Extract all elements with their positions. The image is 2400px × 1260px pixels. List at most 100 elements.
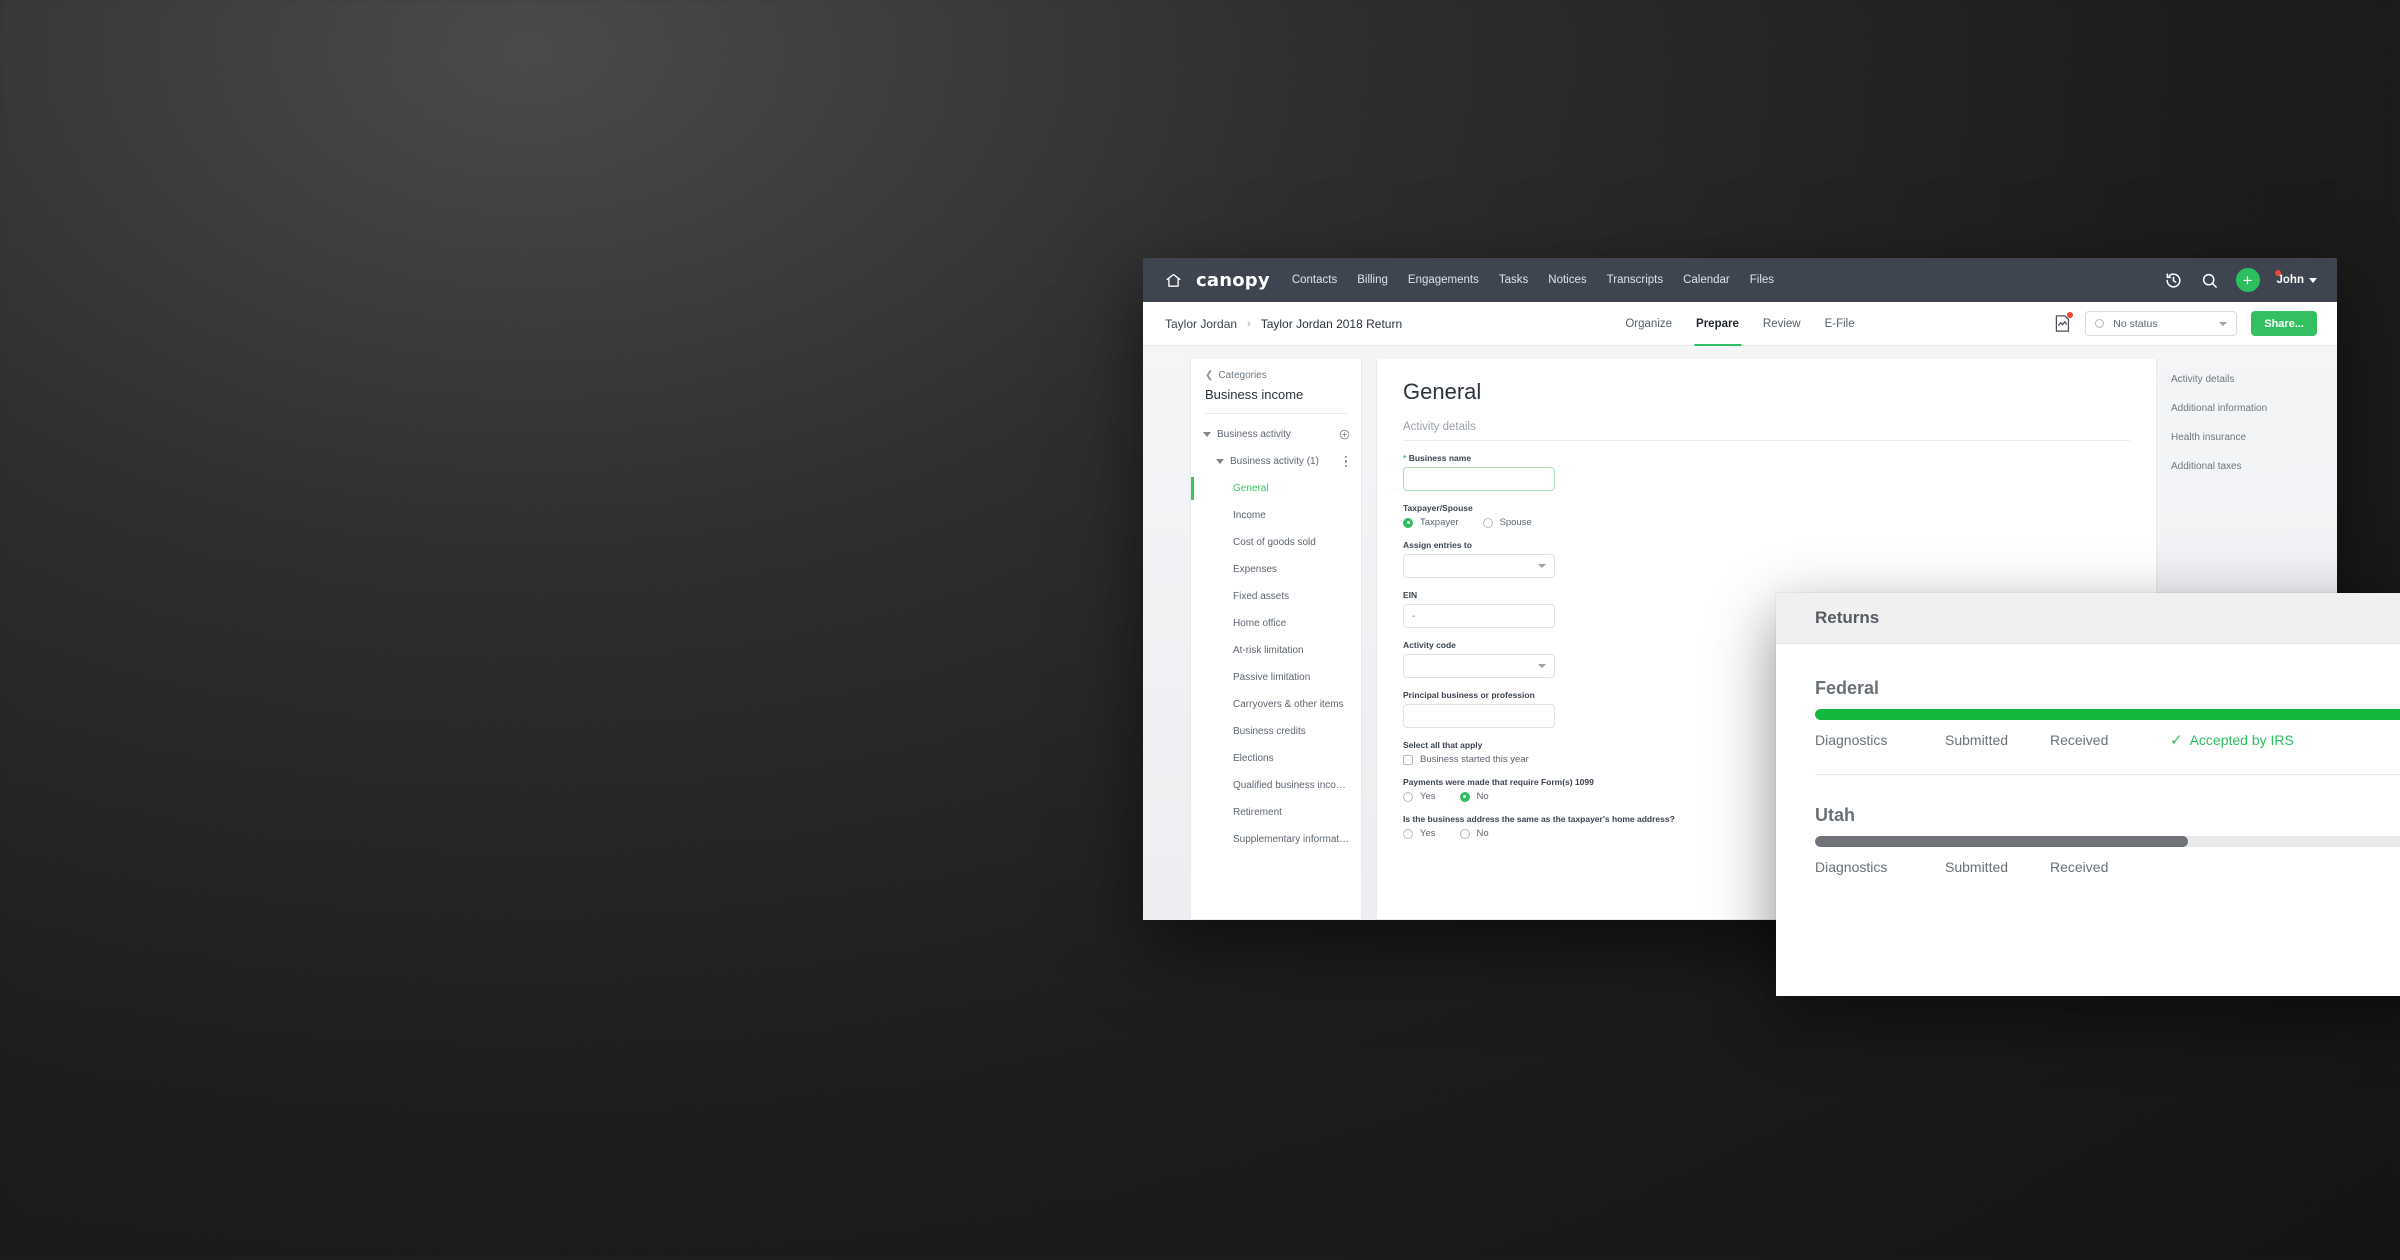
tree-item-label: Home office: [1233, 618, 1287, 629]
section-link-health-insurance[interactable]: Health insurance: [2171, 423, 2337, 452]
field-business-name: * Business name: [1403, 453, 2130, 491]
kebab-menu-icon[interactable]: [1342, 454, 1351, 470]
tree-item-qualified-business-income-deduction[interactable]: Qualified business income ded…: [1191, 772, 1361, 799]
section-link-additional-information[interactable]: Additional information: [2171, 394, 2337, 423]
tree-item-at-risk-limitation[interactable]: At-risk limitation: [1191, 637, 1361, 664]
nav-item-calendar[interactable]: Calendar: [1683, 274, 1730, 286]
radio-business-address-yes-label: Yes: [1420, 828, 1436, 839]
status-dropdown[interactable]: No status: [2085, 311, 2238, 336]
alert-badge: [2067, 312, 2074, 318]
nav-item-transcripts[interactable]: Transcripts: [1607, 274, 1663, 286]
nav-item-files[interactable]: Files: [1750, 274, 1774, 286]
step-diagnostics[interactable]: Diagnostics: [1815, 732, 1945, 748]
tree-item-label: At-risk limitation: [1233, 645, 1304, 656]
field-taxpayer-spouse: Taxpayer/Spouse Taxpayer Spouse: [1403, 503, 2130, 528]
canopy-logo[interactable]: canopy: [1196, 270, 1270, 291]
section-link-activity-details[interactable]: Activity details: [2171, 365, 2337, 394]
tree-item-elections[interactable]: Elections: [1191, 745, 1361, 772]
tree-item-retirement[interactable]: Retirement: [1191, 799, 1361, 826]
step-submitted[interactable]: Submitted: [1945, 732, 2050, 748]
tree-item-cost-of-goods-sold[interactable]: Cost of goods sold: [1191, 529, 1361, 556]
tree-item-label: Business credits: [1233, 726, 1306, 737]
tree-item-label: Elections: [1233, 753, 1274, 764]
tree-item-passive-limitation[interactable]: Passive limitation: [1191, 664, 1361, 691]
section-link-additional-taxes[interactable]: Additional taxes: [2171, 452, 2337, 481]
return-phase-tabs: Organize Prepare Review E-File: [1625, 302, 1855, 346]
radio-business-address-no[interactable]: [1459, 828, 1470, 839]
tab-prepare[interactable]: Prepare: [1694, 302, 1741, 346]
return-subheader: Taylor Jordan › Taylor Jordan 2018 Retur…: [1143, 302, 2337, 346]
top-nav-actions: + John: [2164, 268, 2317, 292]
step-received[interactable]: Received: [2050, 859, 2170, 875]
tree-item-business-activity-1[interactable]: Business activity (1): [1191, 448, 1361, 475]
radio-business-address-no-label: No: [1476, 828, 1489, 839]
tree-item-fixed-assets[interactable]: Fixed assets: [1191, 583, 1361, 610]
radio-payments-1099-no-label: No: [1476, 791, 1489, 802]
return-jurisdiction-name: Federal: [1815, 678, 1880, 698]
nav-item-billing[interactable]: Billing: [1357, 274, 1388, 286]
principal-business-input[interactable]: [1403, 704, 1555, 728]
tree-item-label: Retirement: [1233, 807, 1282, 818]
top-nav-links: Contacts Billing Engagements Tasks Notic…: [1292, 274, 1774, 286]
user-menu[interactable]: John: [2274, 270, 2317, 286]
tab-organize[interactable]: Organize: [1625, 302, 1672, 345]
tab-review[interactable]: Review: [1763, 302, 1801, 345]
tree-item-home-office[interactable]: Home office: [1191, 610, 1361, 637]
step-received[interactable]: Received: [2050, 732, 2170, 748]
tree-item-business-credits[interactable]: Business credits: [1191, 718, 1361, 745]
returns-panel: Returns Federal Diagnostics Submitted Re…: [1776, 593, 2400, 996]
assign-entries-label: Assign entries to: [1403, 540, 1472, 550]
radio-taxpayer-label: Taxpayer: [1420, 517, 1459, 528]
radio-payments-1099-no[interactable]: [1459, 791, 1470, 802]
radio-taxpayer[interactable]: [1403, 517, 1413, 528]
tree-item-label: General: [1233, 483, 1269, 494]
assign-entries-dropdown[interactable]: [1403, 554, 1555, 578]
tree-item-general[interactable]: General: [1191, 475, 1361, 502]
checkbox-business-started-this-year[interactable]: [1403, 754, 1413, 765]
category-tree: Business activity Business activity (1) …: [1191, 414, 1361, 853]
tree-item-income[interactable]: Income: [1191, 502, 1361, 529]
field-assign-entries-to: Assign entries to: [1403, 540, 2130, 578]
checkbox-business-started-label: Business started this year: [1420, 754, 1529, 765]
return-item-utah: Utah Diagnostics Submitted Received: [1815, 775, 2400, 875]
radio-spouse-label: Spouse: [1499, 517, 1532, 528]
business-name-label: * Business name: [1403, 453, 2130, 463]
nav-item-contacts[interactable]: Contacts: [1292, 274, 1337, 286]
status-circle-icon: [2095, 319, 2105, 328]
breadcrumb-separator: ›: [1247, 317, 1251, 330]
document-alert-icon[interactable]: [2054, 312, 2074, 333]
tree-item-label: Cost of goods sold: [1233, 537, 1316, 548]
status-value: No status: [2113, 317, 2158, 330]
tab-efile[interactable]: E-File: [1825, 302, 1855, 345]
radio-spouse[interactable]: [1482, 517, 1493, 528]
nav-item-engagements[interactable]: Engagements: [1408, 274, 1479, 286]
ein-input[interactable]: [1403, 604, 1555, 628]
breadcrumb-client[interactable]: Taylor Jordan: [1165, 317, 1237, 331]
radio-payments-1099-yes[interactable]: [1403, 791, 1413, 802]
step-submitted[interactable]: Submitted: [1945, 859, 2050, 875]
nav-item-notices[interactable]: Notices: [1548, 274, 1586, 286]
history-clock-icon[interactable]: [2164, 271, 2183, 290]
activity-code-dropdown[interactable]: [1403, 654, 1555, 678]
returns-panel-title: Returns: [1815, 608, 1880, 627]
add-circle-icon[interactable]: [1339, 429, 1350, 440]
tree-item-business-activity-group[interactable]: Business activity: [1191, 421, 1361, 448]
return-progress-track: [1815, 709, 2400, 720]
caret-down-icon: [1203, 432, 1211, 437]
tree-item-expenses[interactable]: Expenses: [1191, 556, 1361, 583]
search-icon[interactable]: [2200, 271, 2219, 290]
business-name-input[interactable]: [1403, 467, 1555, 491]
tree-item-carryovers-other-items[interactable]: Carryovers & other items: [1191, 691, 1361, 718]
subheader-actions: No status Share...: [2054, 311, 2317, 336]
back-to-categories[interactable]: ❮ Categories: [1205, 370, 1347, 381]
add-button[interactable]: +: [2235, 268, 2260, 292]
nav-item-tasks[interactable]: Tasks: [1499, 274, 1528, 286]
step-diagnostics[interactable]: Diagnostics: [1815, 859, 1945, 875]
home-icon[interactable]: [1165, 272, 1182, 289]
return-progress-fill: [1815, 709, 2400, 720]
tree-item-supplementary-information[interactable]: Supplementary information: [1191, 826, 1361, 853]
share-button[interactable]: Share...: [2251, 311, 2317, 336]
tree-item-label: Supplementary information: [1233, 834, 1350, 845]
radio-business-address-yes[interactable]: [1403, 828, 1413, 839]
taxpayer-spouse-label: Taxpayer/Spouse: [1403, 503, 1473, 513]
